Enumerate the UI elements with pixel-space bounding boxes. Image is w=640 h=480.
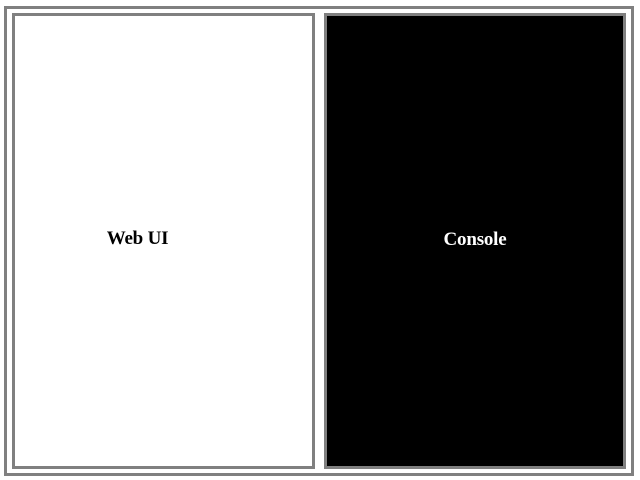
web-ui-label: Web UI [106,228,169,249]
window-frame: Web UI Console [4,6,634,476]
web-ui-pane[interactable]: Web UI [12,13,315,469]
console-pane[interactable]: Console [324,13,626,469]
console-label: Console [443,229,507,250]
